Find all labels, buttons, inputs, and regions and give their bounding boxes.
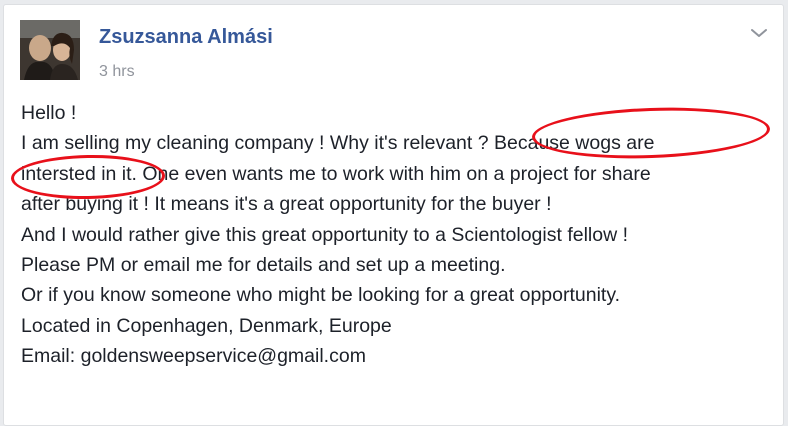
- chevron-down-icon[interactable]: [749, 25, 769, 41]
- avatar[interactable]: [20, 20, 80, 80]
- post-line: after buying it ! It means it's a great …: [21, 193, 552, 216]
- post-line: I am selling my cleaning company ! Why i…: [21, 132, 655, 155]
- post-timestamp[interactable]: 3 hrs: [99, 63, 135, 81]
- profile-photo-icon: [20, 20, 80, 80]
- post-card: Zsuzsanna Almási 3 hrs Hello ! I am sell…: [3, 4, 784, 426]
- post-line: Hello !: [21, 102, 77, 124]
- post-line: intersted in it. One even wants me to wo…: [21, 162, 651, 185]
- post-line: And I would rather give this great oppor…: [21, 223, 629, 246]
- post-line: Located in Copenhagen, Denmark, Europe: [21, 314, 392, 337]
- author-name-link[interactable]: Zsuzsanna Almási: [99, 26, 273, 49]
- post-line: Please PM or email me for details and se…: [21, 254, 506, 277]
- post-line: Email: goldensweepservice@gmail.com: [21, 345, 366, 368]
- post-line: Or if you know someone who might be look…: [21, 284, 621, 307]
- post-body: Hello ! I am selling my cleaning company…: [21, 98, 776, 372]
